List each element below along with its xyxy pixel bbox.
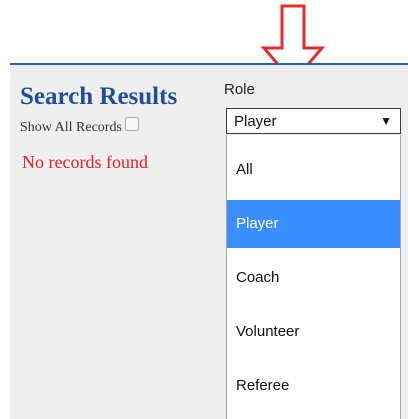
role-option-all[interactable]: All	[227, 146, 400, 194]
role-select[interactable]: Player ▼	[226, 108, 401, 134]
role-option-coach[interactable]: Coach	[227, 254, 400, 302]
role-label: Role	[224, 81, 255, 98]
role-option-volunteer[interactable]: Volunteer	[227, 308, 400, 356]
dropdown-caret-icon: ▼	[380, 114, 392, 128]
page: Search Results Show All Records No recor…	[0, 0, 408, 419]
role-option-player[interactable]: Player	[227, 200, 400, 248]
show-all-records-checkbox[interactable]	[124, 117, 139, 131]
show-all-records-label: Show All Records	[20, 120, 122, 135]
search-results-panel: Search Results Show All Records No recor…	[10, 63, 408, 419]
role-select-value: Player	[234, 113, 277, 130]
show-all-records-control: Show All Records	[20, 117, 139, 138]
role-option-referee[interactable]: Referee	[227, 362, 400, 410]
page-title: Search Results	[20, 83, 178, 110]
no-records-message: No records found	[22, 152, 148, 172]
role-options-list: All Player Coach Volunteer Referee	[226, 135, 401, 419]
